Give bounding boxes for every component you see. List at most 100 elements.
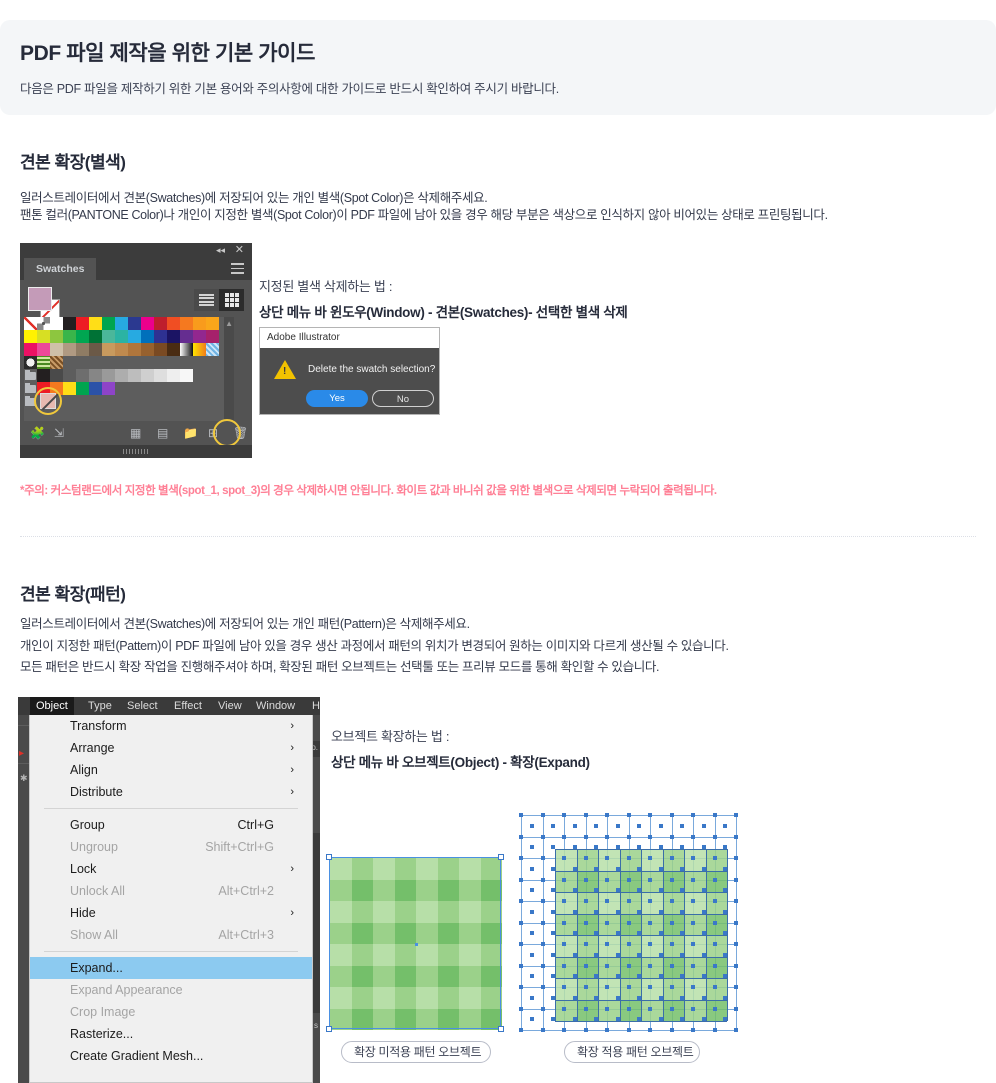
anchor-point-corner[interactable] <box>712 942 717 946</box>
anchor-point-corner[interactable] <box>626 942 631 946</box>
anchor-point-corner[interactable] <box>562 1006 566 1011</box>
anchor-point[interactable] <box>615 995 620 1000</box>
swatch-color[interactable] <box>76 382 89 395</box>
anchor-point[interactable] <box>594 1017 599 1022</box>
anchor-point-corner[interactable] <box>691 834 695 839</box>
anchor-point-corner[interactable] <box>540 963 545 968</box>
anchor-point-corner[interactable] <box>626 813 631 817</box>
swatch-color[interactable] <box>37 343 50 356</box>
anchor-point[interactable] <box>572 909 577 914</box>
anchor-point-corner[interactable] <box>691 942 695 946</box>
swatch-color[interactable] <box>128 369 141 382</box>
anchor-point-corner[interactable] <box>734 877 738 882</box>
selection-handle[interactable] <box>326 1026 332 1032</box>
anchor-point[interactable] <box>551 888 556 893</box>
anchor-point[interactable] <box>658 845 663 850</box>
panel-menu-icon[interactable] <box>231 263 244 274</box>
anchor-point[interactable] <box>701 866 706 871</box>
swatch-color[interactable] <box>50 343 63 356</box>
swatch-folder-icon[interactable] <box>24 369 37 382</box>
anchor-point[interactable] <box>637 909 642 914</box>
swatch-color[interactable] <box>89 330 102 343</box>
anchor-point[interactable] <box>615 1017 620 1022</box>
anchor-point[interactable] <box>637 995 642 1000</box>
anchor-point[interactable] <box>637 952 642 957</box>
anchor-point-corner[interactable] <box>626 985 631 989</box>
anchor-point[interactable] <box>594 931 599 936</box>
anchor-point-corner[interactable] <box>626 920 631 925</box>
swatch-color[interactable] <box>37 330 50 343</box>
swatch-color[interactable] <box>128 343 141 356</box>
anchor-point-corner[interactable] <box>583 877 588 882</box>
anchor-point[interactable] <box>551 995 556 1000</box>
swatch-color[interactable] <box>115 343 128 356</box>
anchor-point[interactable] <box>572 974 577 979</box>
close-icon[interactable]: ✕ <box>235 243 244 256</box>
anchor-point-corner[interactable] <box>540 942 545 946</box>
swatch-gradient-white-black[interactable] <box>180 343 193 356</box>
anchor-point[interactable] <box>680 1017 685 1022</box>
anchor-point-corner[interactable] <box>519 899 523 903</box>
anchor-point-corner[interactable] <box>519 963 523 968</box>
anchor-point[interactable] <box>637 823 642 828</box>
swatch-color[interactable] <box>167 317 180 330</box>
anchor-point-corner[interactable] <box>562 963 566 968</box>
anchor-point[interactable] <box>680 974 685 979</box>
swatch-color[interactable] <box>102 343 115 356</box>
anchor-point[interactable] <box>594 995 599 1000</box>
anchor-point[interactable] <box>701 888 706 893</box>
swatch-color[interactable] <box>141 369 154 382</box>
menu-item-distribute[interactable]: Distribute › <box>30 781 312 803</box>
selection-handle[interactable] <box>498 854 504 860</box>
anchor-point-corner[interactable] <box>648 942 652 946</box>
swatch-color[interactable] <box>154 317 167 330</box>
anchor-point-corner[interactable] <box>691 1006 695 1011</box>
anchor-point-corner[interactable] <box>605 942 609 946</box>
swatch-color[interactable] <box>206 330 219 343</box>
anchor-point-corner[interactable] <box>734 1028 738 1032</box>
anchor-point[interactable] <box>551 974 556 979</box>
anchor-point[interactable] <box>529 888 534 893</box>
swatch-registration[interactable] <box>37 317 50 330</box>
anchor-point-corner[interactable] <box>648 834 652 839</box>
anchor-point-corner[interactable] <box>712 985 717 989</box>
anchor-point[interactable] <box>529 974 534 979</box>
illustrator-object-menu-screenshot[interactable]: Object Type Select Effect View Window H … <box>18 697 320 1083</box>
anchor-point-corner[interactable] <box>540 877 545 882</box>
anchor-point[interactable] <box>551 866 556 871</box>
anchor-point[interactable] <box>615 866 620 871</box>
anchor-point-corner[interactable] <box>734 985 738 989</box>
anchor-point[interactable] <box>701 931 706 936</box>
menubar-item-object[interactable]: Object <box>30 697 74 715</box>
list-icon[interactable]: ▤ <box>157 426 168 440</box>
anchor-point[interactable] <box>615 845 620 850</box>
swatch-color[interactable] <box>167 330 180 343</box>
anchor-point-corner[interactable] <box>669 899 674 903</box>
anchor-point[interactable] <box>615 823 620 828</box>
swatch-color[interactable] <box>37 369 50 382</box>
anchor-point-corner[interactable] <box>562 1028 566 1032</box>
fill-color-swatch[interactable] <box>28 287 52 311</box>
anchor-point[interactable] <box>658 823 663 828</box>
anchor-point[interactable] <box>572 931 577 936</box>
swatch-color[interactable] <box>76 317 89 330</box>
anchor-point[interactable] <box>572 845 577 850</box>
anchor-point[interactable] <box>572 823 577 828</box>
swatch-color[interactable] <box>50 330 63 343</box>
swatch-color[interactable] <box>50 317 63 330</box>
anchor-point[interactable] <box>701 845 706 850</box>
anchor-point-corner[interactable] <box>691 899 695 903</box>
menu-item-transform[interactable]: Transform › <box>30 715 312 737</box>
anchor-point[interactable] <box>551 952 556 957</box>
anchor-point[interactable] <box>637 931 642 936</box>
anchor-point-corner[interactable] <box>605 963 609 968</box>
library-icon[interactable]: 🧩 <box>30 426 45 440</box>
anchor-point[interactable] <box>637 866 642 871</box>
anchor-point-corner[interactable] <box>648 963 652 968</box>
anchor-point[interactable] <box>594 952 599 957</box>
anchor-point-corner[interactable] <box>562 877 566 882</box>
swatch-group-icon[interactable]: ▦ <box>130 426 141 440</box>
anchor-point-corner[interactable] <box>691 877 695 882</box>
swatch-color[interactable] <box>76 330 89 343</box>
anchor-point[interactable] <box>529 931 534 936</box>
